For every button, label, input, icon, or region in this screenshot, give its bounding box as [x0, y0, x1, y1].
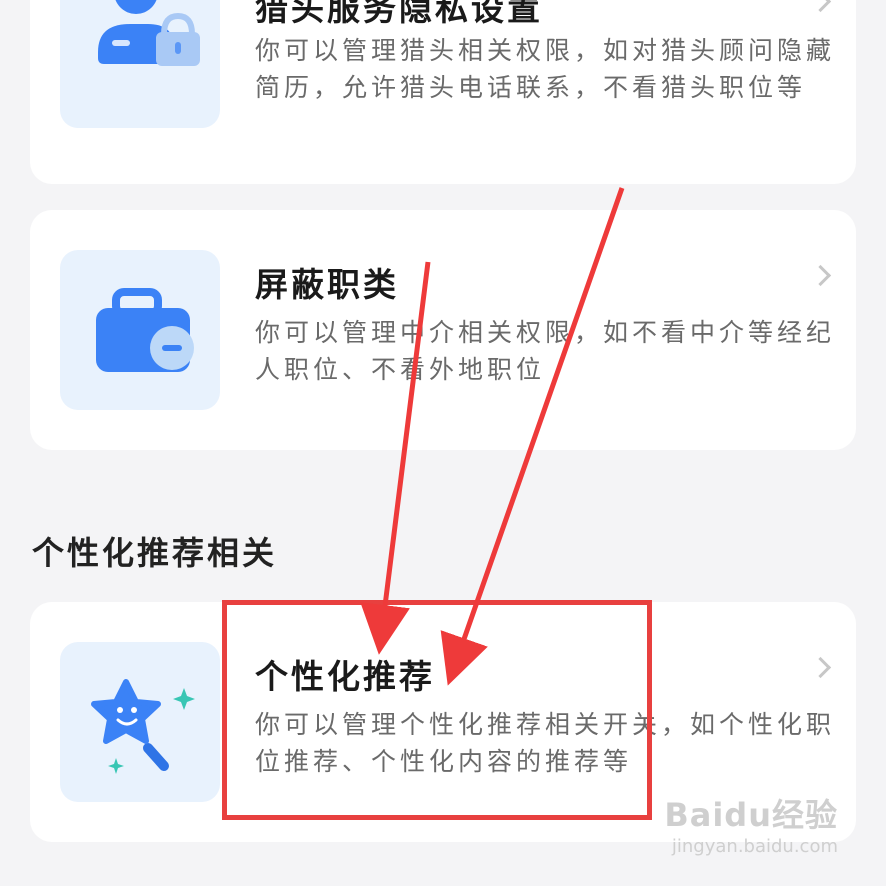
section-title: 个性化推荐相关	[32, 534, 278, 572]
card-description: 你可以管理中介相关权限，如不看中介等经纪人职位、不看外地职位	[255, 318, 836, 384]
block-job-category-card[interactable]: 屏蔽职类 你可以管理中介相关权限，如不看中介等经纪人职位、不看外地职位	[30, 210, 856, 450]
chevron-right-icon	[809, 656, 832, 679]
briefcase-minus-icon	[60, 250, 220, 410]
watermark-url: jingyan.baidu.com	[671, 836, 838, 857]
card-title: 猎头服务隐私设置	[255, 0, 543, 28]
card-title: 屏蔽职类	[255, 265, 399, 304]
card-description: 你可以管理猎头相关权限，如对猎头顾问隐藏简历，允许猎头电话联系，不看猎头职位等	[255, 36, 836, 102]
chevron-right-icon	[809, 264, 832, 287]
watermark-logo: Baidu经验	[664, 796, 838, 834]
user-lock-icon	[60, 0, 220, 128]
watermark: Baidu经验 jingyan.baidu.com	[664, 790, 838, 857]
star-wand-icon	[60, 642, 220, 802]
highlight-box	[222, 600, 652, 820]
privacy-settings-card[interactable]: 猎头服务隐私设置 你可以管理猎头相关权限，如对猎头顾问隐藏简历，允许猎头电话联系…	[30, 0, 856, 184]
chevron-right-icon	[809, 0, 832, 13]
